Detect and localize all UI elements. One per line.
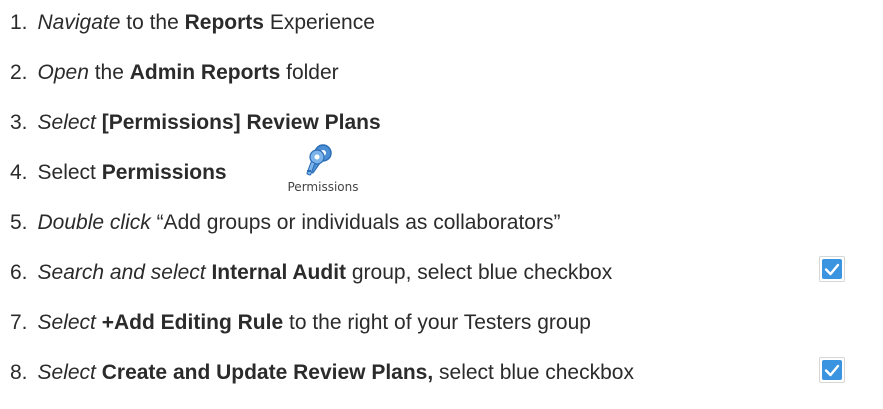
- step-number: 5.: [10, 211, 28, 234]
- step-text: to the: [120, 11, 185, 34]
- step-1: 1. Navigate to the Reports Experience: [10, 10, 375, 36]
- step-action-verb: Open: [37, 61, 89, 84]
- step-number: 3.: [10, 111, 28, 134]
- step-number: 7.: [10, 311, 28, 334]
- step-text: “Add groups or individuals as collaborat…: [150, 211, 561, 234]
- step-action-verb: Select: [37, 361, 96, 384]
- step-action-verb: Double click: [37, 211, 151, 234]
- step-6: 6. Search and select Internal Audit group…: [10, 260, 612, 286]
- step-text: to the right of your Testers group: [283, 311, 591, 334]
- step-number: 1.: [10, 11, 28, 34]
- step-8: 8. Select Create and Update Review Plans,…: [10, 360, 634, 386]
- step-2: 2. Open the Admin Reports folder: [10, 60, 339, 86]
- step-bold-text: +Add Editing Rule: [101, 311, 284, 334]
- permissions-key-icon: [306, 144, 332, 176]
- permissions-label: Permissions: [287, 180, 359, 194]
- step-action-verb: Select: [37, 311, 96, 334]
- step-bold-text: Create and Update Review Plans,: [101, 361, 434, 384]
- step-number: 8.: [10, 361, 28, 384]
- checkmark-icon: [824, 364, 840, 377]
- blue-checkbox-step-6[interactable]: [819, 256, 845, 282]
- step-5: 5. Double click “Add groups or individual…: [10, 210, 560, 236]
- step-bold-text: Permissions: [101, 161, 227, 184]
- step-action-verb: Select: [37, 111, 96, 134]
- step-3: 3. Select [Permissions] Review Plans: [10, 110, 381, 136]
- step-bold-text: Internal Audit: [211, 261, 347, 284]
- step-text: folder: [280, 61, 339, 84]
- step-7: 7. Select +Add Editing Rule to the right …: [10, 310, 591, 336]
- step-action-verb: Navigate: [37, 11, 121, 34]
- step-action-verb: Search and select: [37, 261, 206, 284]
- blue-checkbox-step-8[interactable]: [819, 357, 845, 383]
- step-bold-text: Admin Reports: [129, 61, 281, 84]
- step-number: 2.: [10, 61, 28, 84]
- step-4: 4. Select Permissions: [10, 160, 227, 186]
- step-number: 6.: [10, 261, 28, 284]
- step-text: select blue checkbox: [433, 361, 634, 384]
- step-text: the: [88, 61, 130, 84]
- step-text: Experience: [263, 11, 375, 34]
- step-number: 4.: [10, 161, 28, 184]
- step-bold-text: Reports: [184, 11, 264, 34]
- permissions-button[interactable]: Permissions: [283, 143, 363, 203]
- step-bold-text: [Permissions] Review Plans: [101, 111, 381, 134]
- checkmark-icon: [824, 263, 840, 276]
- step-text: group, select blue checkbox: [346, 261, 613, 284]
- step-text: Select: [37, 161, 102, 184]
